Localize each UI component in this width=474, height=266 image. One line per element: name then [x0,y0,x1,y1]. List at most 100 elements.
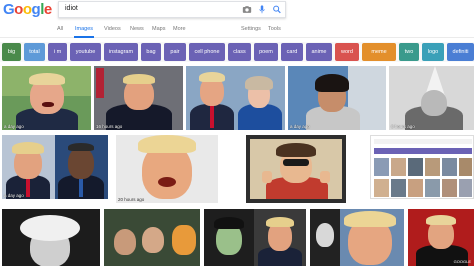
image-figure [210,106,214,128]
image-figure [199,72,225,82]
logo-letter: G [3,1,15,18]
image-figure [142,227,164,253]
image-result[interactable] [310,209,404,266]
image-figure [344,211,396,227]
tab-images[interactable]: Images [75,26,93,32]
tab-videos[interactable]: Videos [104,26,121,32]
chip-two[interactable]: two [399,43,419,61]
microphone-icon[interactable] [257,4,267,15]
image-thumbnail [374,179,389,197]
logo-letter: o [14,1,23,18]
image-figure [68,147,94,179]
tab-settings[interactable]: Settings [241,26,261,32]
search-input[interactable]: idiot [58,1,286,18]
chip-bag[interactable]: bag [141,43,161,61]
image-figure [266,217,294,227]
image-result[interactable] [246,135,346,203]
active-tab-indicator [74,36,94,38]
image-figure [12,142,44,154]
logo-letter: e [43,1,52,18]
chip-definition[interactable]: definiti [447,43,474,61]
image-background [374,139,472,144]
tab-news[interactable]: News [130,26,144,32]
chip-big[interactable]: big [2,43,21,61]
image-result[interactable]: a day ago [288,66,386,130]
image-background [96,68,104,98]
image-figure [172,225,196,255]
image-background [374,148,472,154]
image-figure [138,135,196,153]
image-figure [262,171,272,183]
result-time: 16 hours ago [96,124,123,129]
image-thumbnail [391,158,406,176]
image-thumbnail [425,158,440,176]
image-result[interactable]: a day ago [2,66,91,130]
top-bar: Google idiot [0,0,474,22]
chip-total[interactable]: total [24,43,45,61]
image-thumbnail [374,158,389,176]
result-time: a day ago [290,124,310,129]
image-figure [20,215,80,241]
chip-anime[interactable]: anime [306,43,332,61]
image-figure [316,223,334,247]
camera-icon[interactable] [242,4,252,15]
tab-tools[interactable]: Tools [268,26,281,32]
chip-word[interactable]: word [335,43,359,61]
image-result[interactable] [408,209,474,266]
image-thumbnail [459,179,472,197]
image-thumbnail [408,158,423,176]
chip-cell-phone[interactable]: cell phone [189,43,225,61]
search-tabs: All Images Videos News Maps More Setting… [0,24,474,38]
image-result[interactable]: 16 hours ago [94,66,183,130]
result-time: 20 hours ago [118,197,145,202]
image-figure [42,102,54,107]
chip-youtube[interactable]: youtube [70,43,101,61]
image-thumbnail [408,179,423,197]
image-figure [283,159,309,166]
image-result[interactable] [370,135,474,199]
google-logo[interactable]: Google [3,1,52,18]
image-figure [426,215,456,225]
chip-pair[interactable]: pair [164,43,186,61]
chip-card[interactable]: card [281,43,303,61]
tab-maps[interactable]: Maps [152,26,165,32]
image-thumbnail [425,179,440,197]
chip-poem[interactable]: poem [254,43,278,61]
search-query[interactable]: idiot [65,5,78,12]
image-result[interactable] [186,66,285,130]
chip-class[interactable]: class [228,43,251,61]
image-figure [245,76,273,90]
image-result[interactable]: 6 hours ago [389,66,474,130]
image-figure [158,177,176,187]
image-thumbnail [442,158,457,176]
chip-logo[interactable]: logo [422,43,444,61]
image-figure [114,229,136,255]
chip-instagram[interactable]: instagram [104,43,138,61]
search-icon[interactable] [272,4,282,15]
tab-more[interactable]: More [173,26,186,32]
related-search-chips: big total i m youtube instagram bag pair… [0,42,474,62]
video-watermark: GOOGLE [453,259,471,264]
image-figure [26,177,30,197]
image-figure [276,143,316,157]
image-result[interactable]: a day ago [2,135,108,199]
image-result[interactable] [204,209,306,266]
image-result[interactable]: 20 hours ago [116,135,218,203]
image-result[interactable] [2,209,100,266]
image-figure [123,74,155,84]
image-result[interactable] [104,209,200,266]
logo-letter: o [22,1,32,18]
result-time: 6 hours ago [391,124,415,129]
image-figure [68,143,94,151]
chip-meme[interactable]: meme [362,43,396,61]
result-time: a day ago [4,193,24,198]
chip-i-m[interactable]: i m [48,43,67,61]
image-thumbnail [459,158,472,176]
image-thumbnail [391,179,406,197]
image-figure [29,73,65,85]
image-figure [214,217,244,229]
tab-all[interactable]: All [57,26,63,32]
image-figure [320,171,330,183]
image-figure [421,90,447,116]
result-time: a day ago [4,124,24,129]
